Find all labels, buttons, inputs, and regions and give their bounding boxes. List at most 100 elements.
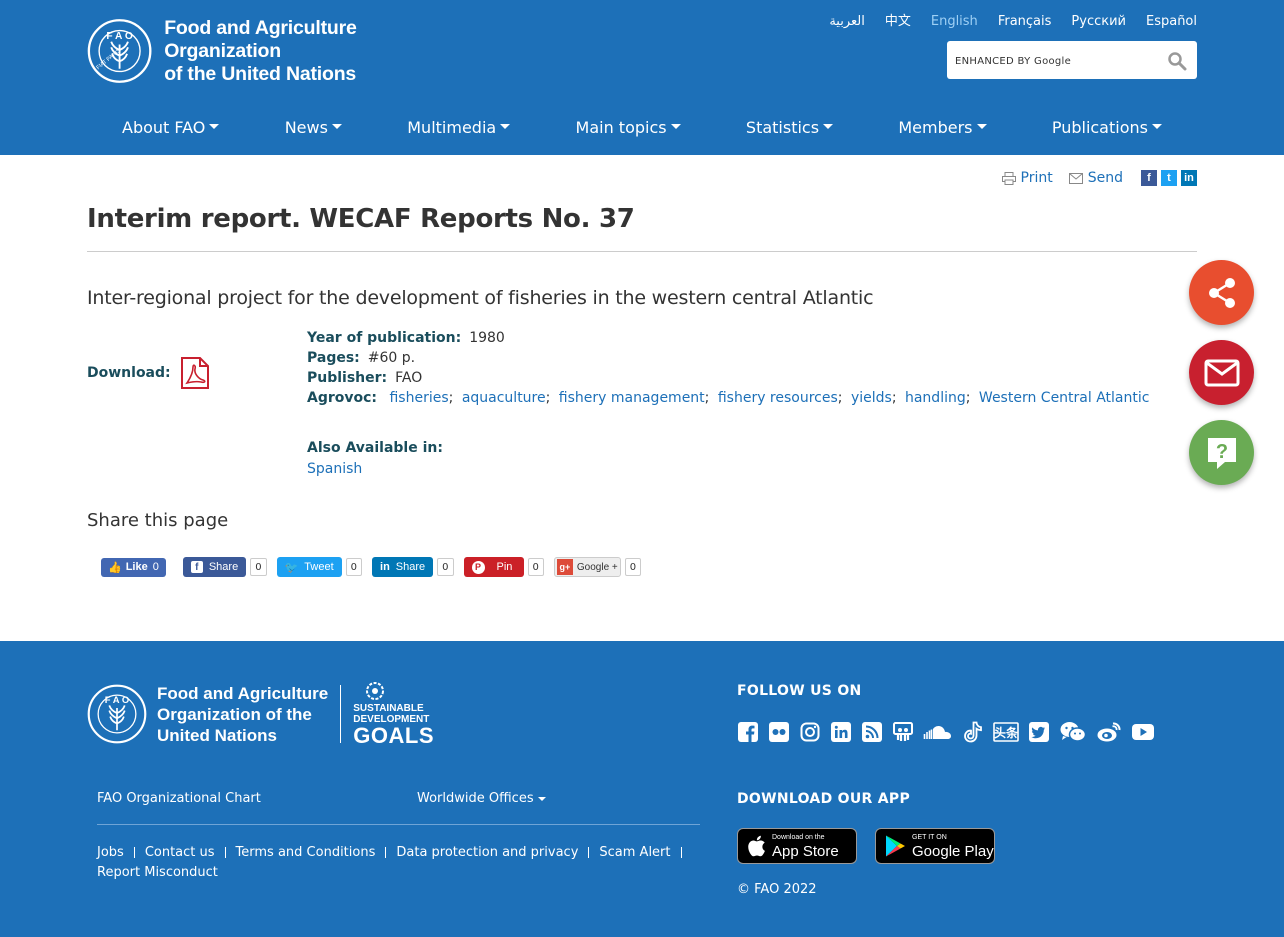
footer-link-scam[interactable]: Scam Alert [599, 845, 670, 860]
fb-like-widget: 👍 Like 0 [101, 556, 166, 578]
sdg-wheel-icon [366, 682, 385, 700]
print-button[interactable]: Print [1001, 170, 1053, 186]
linkedin-icon[interactable]: in [1181, 170, 1197, 186]
logo-text: Food and Agriculture Organization of the… [164, 17, 457, 86]
google-play-badge[interactable]: GET IT ON Google Play [875, 828, 995, 864]
twitter-bird-icon: 🐦 [284, 561, 299, 574]
svg-text:?: ? [1215, 441, 1227, 463]
footer-link-misconduct[interactable]: Report Misconduct [97, 865, 218, 880]
send-button[interactable]: Send [1068, 170, 1123, 186]
fb-like-label: Like [125, 561, 148, 573]
wechat-icon[interactable] [1059, 721, 1087, 743]
meta-publisher: Publisher: FAO [307, 368, 1149, 388]
print-label: Print [1020, 170, 1053, 186]
floating-mail-button[interactable] [1189, 340, 1254, 405]
agrovoc-link-western-central-atlantic[interactable]: Western Central Atlantic [979, 390, 1150, 406]
nav-statistics[interactable]: Statistics [746, 110, 834, 146]
lang-spanish[interactable]: Español [1146, 14, 1197, 30]
instagram-icon[interactable] [799, 721, 821, 743]
share-count: 0 [624, 558, 642, 576]
share-label: Google + [576, 561, 618, 573]
lang-english[interactable]: English [931, 14, 978, 30]
floating-share-button[interactable] [1189, 260, 1254, 325]
nav-multimedia[interactable]: Multimedia [407, 110, 511, 146]
nav-about-fao[interactable]: About FAO [122, 110, 220, 146]
tiktok-icon[interactable] [962, 721, 984, 743]
lang-arabic[interactable]: العربية [829, 14, 865, 30]
app-store-badge[interactable]: Download on the App Store [737, 828, 857, 864]
copyright: © FAO 2022 [737, 882, 817, 897]
share-label: Share [208, 561, 239, 573]
pdf-icon[interactable] [180, 357, 209, 389]
pinterest-share: P Pin 0 [463, 556, 544, 578]
soundcloud-icon[interactable] [923, 721, 953, 743]
nav-news[interactable]: News [285, 110, 342, 146]
footer-link-contact[interactable]: Contact us [145, 845, 215, 860]
svg-text:F A O: F A O [106, 31, 133, 42]
agrovoc-link-aquaculture[interactable]: aquaculture [462, 390, 546, 406]
share-label: Tweet [304, 561, 334, 573]
nav-members[interactable]: Members [898, 110, 987, 146]
search-input[interactable] [955, 52, 1155, 68]
org-chart-link[interactable]: FAO Organizational Chart [97, 791, 261, 806]
footer-link-privacy[interactable]: Data protection and privacy [396, 845, 578, 860]
twitter-share: 🐦 Tweet 0 [276, 556, 363, 578]
download-app-title: DOWNLOAD OUR APP [737, 791, 911, 807]
lang-chinese[interactable]: 中文 [885, 14, 911, 30]
youtube-icon[interactable] [1131, 721, 1155, 743]
share-count: 0 [437, 558, 454, 576]
mail-icon [1204, 359, 1239, 386]
agrovoc-link-yields[interactable]: yields [851, 390, 892, 406]
slideshare-icon[interactable] [892, 721, 914, 743]
footer-logo-line: Food and Agriculture [157, 683, 329, 703]
twitter-icon[interactable] [1028, 721, 1050, 743]
google-plus-button[interactable]: g+ Google + [553, 557, 621, 577]
thumbs-up-icon: 👍 [108, 561, 122, 574]
footer-link-terms[interactable]: Terms and Conditions [236, 845, 376, 860]
tweet-button[interactable]: 🐦 Tweet [276, 557, 342, 577]
agrovoc-link-fishery-resources[interactable]: fishery resources [718, 390, 838, 406]
page-tools: Print Send f t in [986, 170, 1197, 186]
social-icons: 头条 [737, 721, 1164, 743]
fao-logo[interactable]: F A O FIAT PANIS Food and Agriculture Or… [87, 15, 457, 87]
floating-help-button[interactable]: ? [1189, 420, 1254, 485]
footer-logo[interactable]: F A O Food and Agriculture Organization … [87, 681, 434, 747]
main-nav: About FAO News Multimedia Main topics St… [87, 110, 1197, 146]
nav-label: Multimedia [407, 118, 497, 137]
search-icon[interactable] [1167, 51, 1187, 71]
language-switcher: العربية 中文 English Français Русский Espa… [809, 14, 1197, 30]
agrovoc-link-handling[interactable]: handling [905, 390, 966, 406]
worldwide-offices-dropdown[interactable]: Worldwide Offices [417, 791, 546, 806]
nav-publications[interactable]: Publications [1052, 110, 1162, 146]
nav-main-topics[interactable]: Main topics [576, 110, 681, 146]
lang-russian[interactable]: Русский [1071, 14, 1126, 30]
also-available: Also Available in: Spanish [307, 438, 443, 479]
follow-us-title: FOLLOW US ON [737, 683, 862, 699]
pin-button[interactable]: P Pin [463, 557, 524, 577]
weibo-icon[interactable] [1096, 721, 1122, 743]
agrovoc-link-fishery-management[interactable]: fishery management [559, 390, 705, 406]
caret-down-icon [1151, 124, 1162, 129]
meta-pages: Pages: #60 p. [307, 348, 1149, 368]
lang-french[interactable]: Français [998, 14, 1052, 30]
fb-like-button[interactable]: 👍 Like 0 [101, 557, 166, 577]
twitter-icon[interactable]: t [1161, 170, 1177, 186]
flickr-icon[interactable] [768, 721, 790, 743]
toutiao-icon[interactable]: 头条 [993, 721, 1019, 743]
nav-label: Publications [1051, 118, 1148, 137]
facebook-share-button[interactable]: f Share [182, 557, 247, 577]
google-play-big: Google Play [912, 843, 994, 860]
google-play-text: GET IT ON Google Play [912, 832, 994, 860]
facebook-share: f Share 0 [182, 556, 267, 578]
page-subtitle: Inter-regional project for the developme… [87, 287, 874, 309]
facebook-icon[interactable] [737, 721, 759, 743]
rss-icon[interactable] [861, 721, 883, 743]
agrovoc-link-fisheries[interactable]: fisheries [389, 390, 448, 406]
facebook-icon[interactable]: f [1141, 170, 1157, 186]
share-count: 0 [345, 558, 363, 576]
linkedin-share-button[interactable]: in Share [372, 557, 434, 577]
linkedin-icon[interactable] [830, 721, 852, 743]
footer-link-jobs[interactable]: Jobs [97, 845, 124, 860]
title-divider [87, 251, 1197, 252]
language-link-spanish[interactable]: Spanish [307, 459, 443, 479]
